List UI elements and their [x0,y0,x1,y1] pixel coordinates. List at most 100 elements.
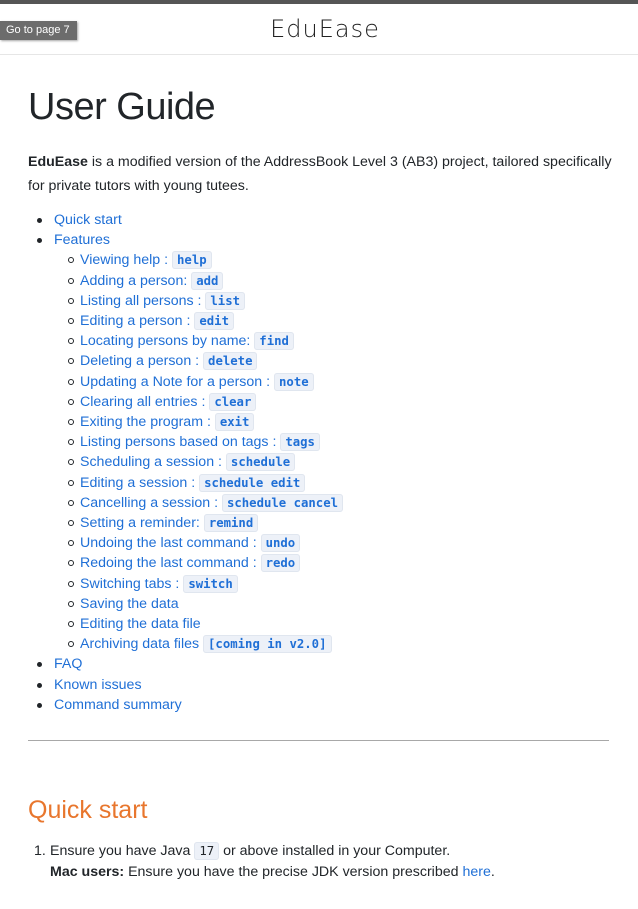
toc-subitem: Cancelling a session : schedule cancel [67,493,618,513]
toc-subitem: Archiving data files [coming in v2.0] [67,634,618,654]
toc-link-label: Listing all persons : [80,292,206,309]
toc-link-editing-person[interactable]: Editing a person : edit [80,312,234,331]
toc-link-locating-persons[interactable]: Locating persons by name: find [80,332,294,351]
toc-link-exiting-program[interactable]: Exiting the program : exit [80,413,255,432]
toc-link-label: Cancelling a session : [80,494,222,511]
toc-link-cancelling-session[interactable]: Cancelling a session : schedule cancel [80,493,344,512]
toc-link-clearing-entries[interactable]: Clearing all entries : clear [80,392,257,411]
toc-subitem: Exiting the program : exit [67,412,618,432]
command-code: remind [203,514,259,533]
toc-features-list: Viewing help : help Adding a person: add… [54,250,618,654]
page-title: User Guide [28,86,216,128]
toc-item-command-summary: Command summary [36,695,618,715]
toc-link-label: Scheduling a session : [80,454,226,471]
toc-subitem: Redoing the last command : redo [67,553,618,573]
toc-subitem: Editing a session : schedule edit [67,473,618,493]
intro-paragraph: EduEase is a modified version of the Add… [28,150,618,198]
jdk-here-link[interactable]: here [462,864,490,880]
toc-link-updating-note[interactable]: Updating a Note for a person : note [80,372,314,391]
mac-users-text: Ensure you have the precise JDK version … [124,864,463,880]
toc-link-label: Clearing all entries : [80,393,210,410]
main-content: User Guide EduEase is a modified version… [28,55,618,715]
command-code: help [172,251,212,270]
toc-link-editing-session[interactable]: Editing a session : schedule edit [80,473,306,492]
command-code: schedule edit [199,473,306,492]
toc-link-listing-persons[interactable]: Listing all persons : list [80,291,246,310]
section-divider [28,740,609,741]
toc-item-faq: FAQ [36,654,618,674]
command-code: list [205,291,246,310]
toc-subitem: Adding a person: add [67,271,618,291]
toc-subitem: Listing all persons : list [67,291,618,311]
toc-subitem: Switching tabs : switch [67,574,618,594]
toc-item-features: Features Viewing help : help Adding a pe… [36,230,618,654]
toc-link-faq[interactable]: FAQ [54,656,82,672]
toc-subitem: Scheduling a session : schedule [67,452,618,472]
site-brand[interactable]: EduEase [270,15,380,43]
toc-subitem: Clearing all entries : clear [67,392,618,412]
command-code: schedule [225,453,296,472]
step-1-text-end: or above installed in your Computer. [219,843,451,859]
command-code: switch [183,574,238,593]
toc-link-label: Adding a person: [80,272,192,289]
toc-subitem: Deleting a person : delete [67,351,618,371]
java-version-code: 17 [194,842,220,860]
toc-subitem: Updating a Note for a person : note [67,372,618,392]
command-code: redo [260,554,301,573]
toc-link-undoing-command[interactable]: Undoing the last command : undo [80,534,301,553]
toc-link-label: Viewing help : [80,252,173,269]
toc-link-label: Switching tabs : [80,575,184,592]
mac-users-note: Mac users: Ensure you have the precise J… [50,862,620,883]
toc-link-switching-tabs[interactable]: Switching tabs : switch [80,574,238,593]
intro-text: is a modified version of the AddressBook… [28,154,612,194]
toc-link-label: Editing a person : [80,313,195,330]
command-code: add [191,271,224,290]
toc-subitem: Undoing the last command : undo [67,533,618,553]
toc-link-editing-data-file[interactable]: Editing the data file [80,616,201,632]
toc-link-listing-by-tags[interactable]: Listing persons based on tags : tags [80,433,320,452]
toc-subitem: Locating persons by name: find [67,331,618,351]
site-header: EduEase [0,4,638,55]
mac-users-period: . [490,864,495,880]
toc-link-known-issues[interactable]: Known issues [54,677,142,693]
toc-subitem: Editing the data file [67,614,618,634]
command-code: schedule cancel [221,493,344,512]
toc-link-label: Exiting the program : [80,414,215,431]
toc-subitem: Editing a person : edit [67,311,618,331]
toc-link-scheduling-session[interactable]: Scheduling a session : schedule [80,453,296,472]
toc-link-label: Deleting a person : [80,353,204,370]
toc-link-label: Archiving data files [80,636,204,653]
toc-link-redoing-command[interactable]: Redoing the last command : redo [80,554,301,573]
intro-app-name: EduEase [28,154,88,170]
toc-subitem: Saving the data [67,594,618,614]
command-code: clear [209,392,257,411]
step-1-text: Ensure you have Java [50,843,195,859]
toc-link-viewing-help[interactable]: Viewing help : help [80,251,212,270]
toc-link-command-summary[interactable]: Command summary [54,697,182,713]
command-code: edit [194,312,234,331]
toc-item-known-issues: Known issues [36,675,618,695]
mac-users-label: Mac users: [50,864,125,880]
toc-subitem: Listing persons based on tags : tags [67,432,618,452]
toc-link-label: Locating persons by name: [80,333,255,350]
toc-link-quick-start[interactable]: Quick start [54,212,122,228]
toc-link-deleting-person[interactable]: Deleting a person : delete [80,352,258,371]
toc-link-adding-person[interactable]: Adding a person: add [80,271,224,290]
command-code: find [254,332,294,351]
command-code: [coming in v2.0] [203,635,332,654]
quick-start-heading: Quick start [28,796,148,824]
command-code: tags [280,433,320,452]
toc-link-label: Updating a Note for a person : [80,373,275,390]
table-of-contents: Quick start Features Viewing help : help… [28,210,618,715]
toc-link-archiving-data[interactable]: Archiving data files [coming in v2.0] [80,635,332,654]
toc-link-setting-reminder[interactable]: Setting a reminder: remind [80,514,259,533]
toc-link-features[interactable]: Features [54,232,110,248]
step-1-line: Ensure you have Java 17 or above install… [50,841,620,862]
toc-subitem: Viewing help : help [67,250,618,270]
toc-link-label: Editing a session : [80,474,200,491]
command-code: note [274,372,314,391]
command-code: exit [214,413,255,432]
toc-link-saving-data[interactable]: Saving the data [80,596,179,612]
toc-link-label: Listing persons based on tags : [80,434,281,451]
toc-link-label: Setting a reminder: [80,515,204,532]
